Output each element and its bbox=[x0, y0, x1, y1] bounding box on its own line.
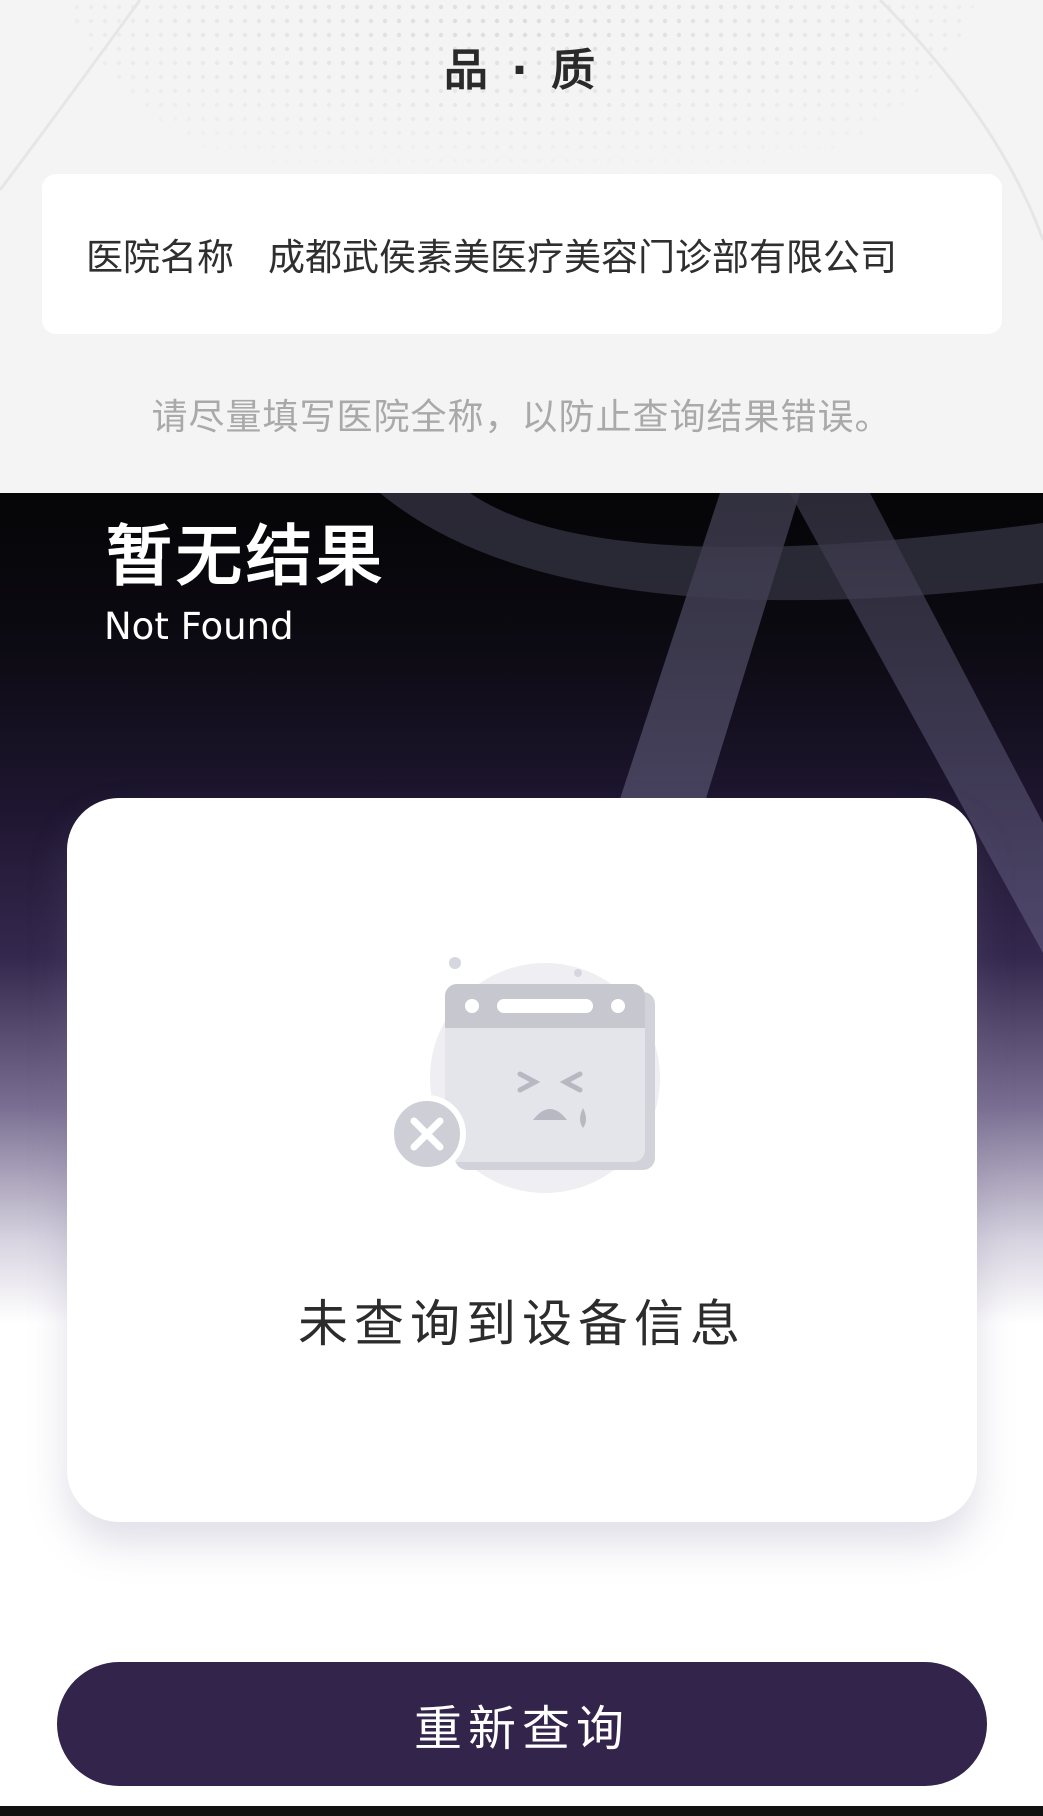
brand-title: 品 · 质 bbox=[443, 45, 600, 96]
device-query-result-page: 品 · 质 医院名称 成都武侯素美医疗美容门诊部有限公司 请尽量填写医院全称，以… bbox=[0, 0, 1043, 1816]
hospital-name-value[interactable]: 成都武侯素美医疗美容门诊部有限公司 bbox=[268, 227, 952, 281]
empty-browser-icon bbox=[388, 957, 660, 1193]
hint-text: 请尽量填写医院全称，以防止查询结果错误。 bbox=[151, 397, 892, 438]
result-subtitle: Not Found bbox=[104, 605, 294, 648]
empty-message: 未查询到设备信息 bbox=[298, 1295, 746, 1353]
result-title: 暂无结果 bbox=[106, 518, 386, 595]
retry-query-button[interactable]: 重新查询 bbox=[57, 1662, 987, 1786]
result-card: 未查询到设备信息 bbox=[67, 798, 977, 1522]
bottom-edge bbox=[0, 1806, 1043, 1816]
query-header-section: 品 · 质 医院名称 成都武侯素美医疗美容门诊部有限公司 请尽量填写医院全称，以… bbox=[0, 0, 1043, 493]
hospital-name-label: 医院名称 bbox=[86, 236, 234, 279]
hospital-name-field[interactable]: 医院名称 成都武侯素美医疗美容门诊部有限公司 bbox=[42, 174, 1002, 334]
